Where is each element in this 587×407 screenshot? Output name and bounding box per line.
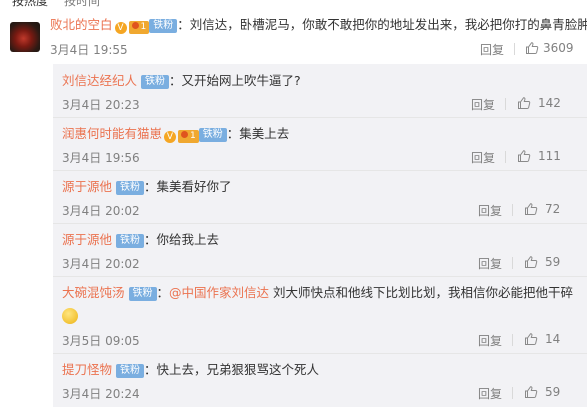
divider [512,204,513,216]
reply-line: 源于源他 铁粉 ：你给我上去 [62,231,219,249]
fan-badge: 铁粉 [116,181,144,195]
reply-username[interactable]: 刘信达经纪人 [62,73,137,88]
sort-by-hot-tab[interactable]: 按热度 [12,0,48,8]
like-count: 14 [545,332,561,346]
reply-item: 源于源他 铁粉 ：你给我上去 3月4日 20:02 回复 59 [53,223,587,276]
reply-username[interactable]: 大碗混饨汤 [62,285,125,300]
sort-bar: 按热度 按时间 [0,0,587,8]
divider [505,98,506,110]
reply-item: 源于源他 铁粉 ：集美看好你了 3月4日 20:02 回复 72 [53,170,587,223]
reply-button[interactable]: 回复 [471,149,495,166]
fan-badge: 铁粉 [198,128,227,142]
like-icon[interactable] [524,202,538,216]
reply-button[interactable]: 回复 [478,332,502,349]
verified-icon: V [114,22,127,34]
reply-timestamp: 3月4日 20:02 [62,257,140,271]
divider [505,151,506,163]
reply-text: ：集美上去 [226,126,290,141]
like-icon[interactable] [517,96,531,110]
like-icon[interactable] [524,385,538,399]
like-icon[interactable] [517,149,531,163]
fan-badge: 铁粉 [116,234,144,248]
divider [512,334,513,346]
like-count: 59 [545,385,561,399]
reply-timestamp: 3月4日 20:02 [62,204,140,218]
fan-badge: 铁粉 [116,364,144,378]
reply-line: 提刀怪物 铁粉 ：快上去，兄弟狠狠骂这个死人 [62,361,319,379]
like-count: 3609 [543,41,574,55]
reply-text: ：快上去，兄弟狠狠骂这个死人 [144,362,320,377]
reply-item: 刘信达经纪人 铁粉 ：又开始网上吹牛逼了? 3月4日 20:23 回复 142 [53,64,587,117]
reply-timestamp: 3月5日 09:05 [62,334,140,348]
reply-username[interactable]: 润惠何时能有猫崽 [62,126,162,141]
reply-colon: ： [156,285,170,300]
reply-item: 提刀怪物 铁粉 ：快上去，兄弟狠狠骂这个死人 3月4日 20:24 回复 59 [53,353,587,407]
divider [514,43,515,55]
comment-username[interactable]: 败北的空白 [50,17,113,32]
like-count: 59 [545,255,561,269]
fan-badge: 铁粉 [128,287,157,301]
reply-text: ：又开始网上吹牛逼了? [169,73,301,88]
reply-button[interactable]: 回复 [471,96,495,113]
like-count: 72 [545,202,561,216]
comment-line: 败北的空白 V 1 铁粉 ：刘信达，卧槽泥马，你敢不敢把你的地址发出来，我必把你打的鼻青… [50,16,587,34]
reply-item: 润惠何时能有猫崽 V 1 铁粉 ：集美上去 3月4日 19:56 回复 111 [53,117,587,170]
reply-line: 刘信达经纪人 铁粉 ：又开始网上吹牛逼了? [62,72,301,90]
reply-text: ：集美看好你了 [144,179,232,194]
reply-text: ：你给我上去 [144,232,220,247]
level-badge: 1 [178,130,199,143]
reply-text: 刘大师快点和他线下比划比划，我相信你必能把他干碎 [269,285,574,300]
comment-timestamp: 3月4日 19:55 [50,43,128,57]
reply-username[interactable]: 源于源他 [62,232,112,247]
like-count: 142 [538,96,561,110]
verified-icon: V [164,131,177,143]
mention-link[interactable]: @中国作家刘信达 [169,285,269,300]
emoji-icon [62,308,78,324]
reply-timestamp: 3月4日 20:23 [62,98,140,112]
like-icon[interactable] [524,255,538,269]
reply-line: 源于源他 铁粉 ：集美看好你了 [62,178,232,196]
avatar[interactable] [10,22,40,52]
divider [512,387,513,399]
divider [512,257,513,269]
reply-button[interactable]: 回复 [478,385,502,402]
reply-timestamp: 3月4日 20:24 [62,387,140,401]
fan-badge: 铁粉 [141,75,169,89]
reply-button[interactable]: 回复 [478,255,502,272]
replies-panel: 刘信达经纪人 铁粉 ：又开始网上吹牛逼了? 3月4日 20:23 回复 142 润… [53,64,587,407]
reply-line: 大碗混饨汤 铁粉 ：@中国作家刘信达 刘大师快点和他线下比划比划，我相信你必能把他… [62,284,573,302]
level-badge: 1 [128,21,150,34]
reply-username[interactable]: 源于源他 [62,179,112,194]
main-comment: 败北的空白 V 1 铁粉 ：刘信达，卧槽泥马，你敢不敢把你的地址发出来，我必把你打的鼻青… [0,8,587,64]
reply-item: 大碗混饨汤 铁粉 ：@中国作家刘信达 刘大师快点和他线下比划比划，我相信你必能把他… [53,276,587,353]
reply-button[interactable]: 回复 [478,202,502,219]
sort-by-time-tab[interactable]: 按时间 [64,0,100,8]
reply-button[interactable]: 回复 [480,41,504,58]
reply-timestamp: 3月4日 19:56 [62,151,140,165]
comment-text: ：刘信达，卧槽泥马，你敢不敢把你的地址发出来，我必把你打的鼻青脸肿 [177,17,587,32]
fan-badge: 铁粉 [149,19,178,33]
like-count: 111 [538,149,561,163]
like-icon[interactable] [524,332,538,346]
reply-line: 润惠何时能有猫崽 V 1 铁粉 ：集美上去 [62,125,289,143]
reply-username[interactable]: 提刀怪物 [62,362,112,377]
like-icon[interactable] [525,41,539,55]
